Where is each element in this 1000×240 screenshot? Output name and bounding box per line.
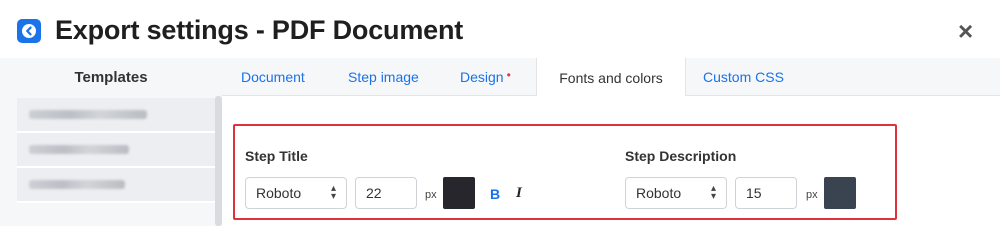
tab-label: Document — [241, 69, 305, 85]
updown-caret-icon: ▴ ▾ — [330, 183, 336, 202]
select-value: Roboto — [636, 185, 682, 201]
settings-tabs: Document Step image Design • Fonts and c… — [222, 58, 1000, 97]
close-icon[interactable]: × — [958, 18, 973, 44]
obscured-label — [29, 180, 125, 189]
step-title-font-select[interactable]: Roboto ▴ ▾ — [245, 177, 347, 209]
tab-label: Design — [460, 69, 504, 85]
step-description-font-select[interactable]: Roboto ▴ ▾ — [625, 177, 727, 209]
dialog-title: Export settings - PDF Document — [55, 15, 464, 45]
step-description-size-input[interactable]: 15 — [735, 177, 797, 209]
dialog-header: Export settings - PDF Document × — [0, 0, 1000, 58]
tab-step-image[interactable]: Step image — [348, 58, 419, 96]
step-description-color-swatch[interactable] — [824, 177, 856, 209]
template-item[interactable] — [17, 133, 215, 168]
template-list — [17, 98, 217, 203]
template-item[interactable] — [17, 168, 215, 203]
select-value: Roboto — [256, 185, 302, 201]
tab-label: Step image — [348, 69, 419, 85]
step-description-size-unit: px — [806, 189, 818, 201]
tab-custom-css[interactable]: Custom CSS — [703, 58, 784, 96]
bold-toggle[interactable]: B — [490, 186, 500, 202]
export-settings-dialog: Export settings - PDF Document × Templat… — [0, 0, 1000, 226]
sidebar-title: Templates — [74, 68, 148, 86]
step-title-size-unit: px — [425, 189, 437, 201]
template-item[interactable] — [17, 98, 215, 133]
updown-caret-icon: ▴ ▾ — [710, 183, 716, 202]
input-value: 15 — [746, 185, 762, 201]
obscured-label — [29, 110, 147, 119]
tab-label: Custom CSS — [703, 69, 784, 85]
input-value: 22 — [366, 185, 382, 201]
step-title-color-swatch[interactable] — [443, 177, 475, 209]
tab-fonts-and-colors[interactable]: Fonts and colors — [536, 58, 686, 97]
templates-sidebar: Templates — [0, 58, 222, 226]
modified-indicator: • — [506, 68, 511, 82]
step-title-size-input[interactable]: 22 — [355, 177, 417, 209]
sidebar-scrollbar[interactable] — [215, 96, 222, 226]
step-title-label: Step Title — [245, 148, 308, 164]
tab-label: Fonts and colors — [559, 69, 663, 86]
obscured-label — [29, 145, 129, 154]
step-description-label: Step Description — [625, 148, 737, 164]
italic-toggle[interactable]: I — [516, 185, 522, 202]
arrow-left-circle-icon — [22, 24, 36, 38]
tab-document[interactable]: Document — [241, 58, 305, 96]
tab-design[interactable]: Design • — [460, 58, 511, 96]
back-button[interactable] — [17, 19, 41, 43]
